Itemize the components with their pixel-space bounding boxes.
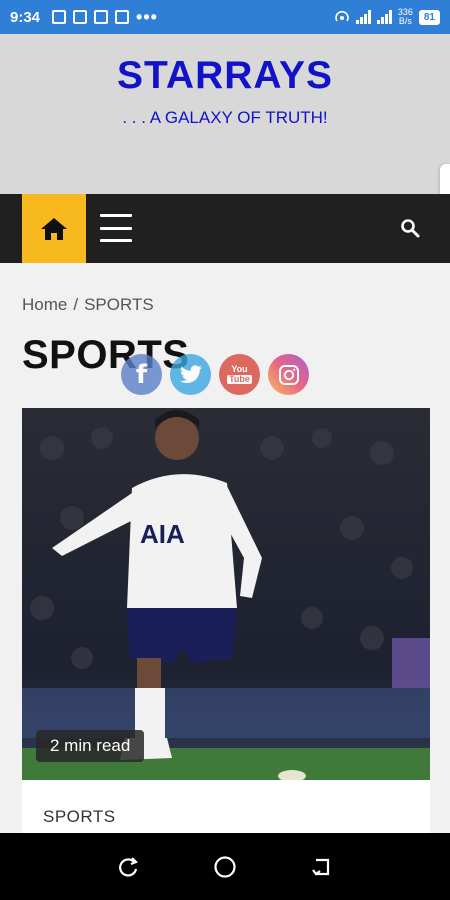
network-speed: 336 B/s [398, 8, 413, 26]
site-header: STARRAYS . . . A GALAXY OF TRUTH! [0, 34, 450, 194]
hamburger-menu-icon[interactable] [100, 214, 132, 242]
nav-bar [0, 194, 450, 263]
status-bar: 9:34 ••• 336 B/s 81 [0, 0, 450, 34]
breadcrumb-separator: / [73, 295, 79, 314]
facebook-button[interactable]: f [121, 354, 162, 395]
system-navigation-bar [0, 833, 450, 900]
signal-icon-2 [376, 10, 392, 24]
read-time-badge: 2 min read [36, 730, 145, 762]
notification-icons: ••• [52, 8, 158, 26]
status-right: 336 B/s 81 [334, 8, 440, 26]
instagram-button[interactable] [268, 354, 309, 395]
breadcrumb-current: SPORTS [84, 295, 154, 314]
status-time: 9:34 [10, 8, 41, 26]
facebook-icon: f [135, 359, 148, 390]
twitter-icon [179, 364, 202, 383]
home-circle-icon[interactable] [213, 855, 237, 879]
battery-icon: 81 [418, 9, 440, 25]
social-share-bar: f You Tube [121, 354, 309, 395]
instagram-icon [278, 364, 299, 385]
youtube-label-bottom: Tube [227, 374, 252, 384]
youtube-label-top: You [231, 364, 248, 374]
youtube-icon: You Tube [227, 365, 252, 384]
message-icon [73, 10, 88, 24]
football-player-photo: AIA [22, 408, 430, 780]
article-card[interactable]: AIA 2 min read SPORTS [22, 408, 430, 833]
home-icon [41, 217, 67, 240]
home-button[interactable] [22, 194, 86, 263]
youtube-button[interactable]: You Tube [219, 354, 260, 395]
back-icon[interactable] [310, 855, 334, 879]
breadcrumb: Home / SPORTS [22, 295, 154, 315]
mail-icon [115, 10, 130, 24]
image-icon [52, 10, 67, 24]
site-tagline: . . . A GALAXY OF TRUTH! [122, 108, 328, 127]
file-icon [94, 10, 109, 24]
article-image[interactable]: AIA 2 min read [22, 408, 430, 780]
network-speed-unit: B/s [398, 16, 412, 26]
signal-icon-1 [355, 10, 371, 24]
search-icon[interactable] [400, 218, 420, 238]
twitter-button[interactable] [170, 354, 211, 395]
shirt-sponsor-text: AIA [140, 519, 185, 549]
hotspot-icon [335, 10, 349, 22]
article-category[interactable]: SPORTS [43, 807, 116, 827]
site-title[interactable]: STARRAYS [0, 54, 450, 98]
more-notifications-icon: ••• [136, 7, 158, 27]
recent-apps-icon[interactable] [116, 855, 140, 879]
breadcrumb-home[interactable]: Home [22, 295, 67, 315]
